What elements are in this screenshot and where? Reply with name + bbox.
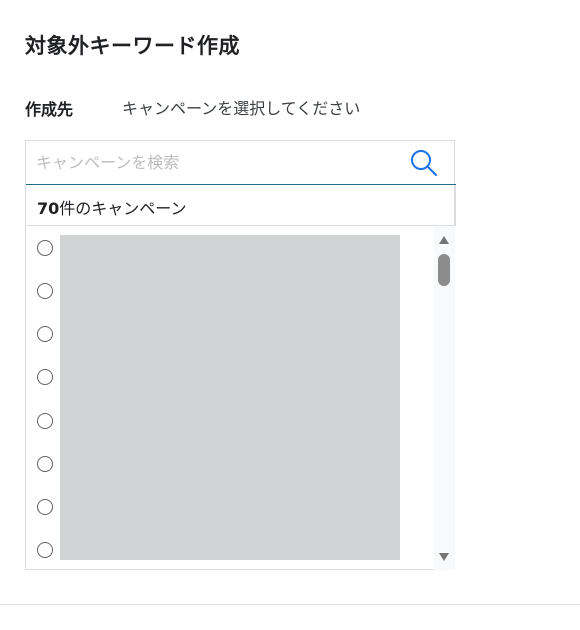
campaign-picker-panel: 70件のキャンペーン [25, 140, 456, 570]
list-scrollbar[interactable] [434, 226, 455, 570]
radio-button-icon[interactable] [37, 413, 53, 429]
radio-button-icon[interactable] [37, 326, 53, 342]
radio-button-icon[interactable] [37, 499, 53, 515]
list-item[interactable] [37, 456, 55, 474]
list-item[interactable] [37, 499, 55, 517]
scroll-up-arrow-icon[interactable] [439, 236, 449, 244]
result-count-number: 70 [37, 199, 60, 218]
destination-value: キャンペーンを選択してください [122, 99, 361, 118]
list-item[interactable] [37, 542, 55, 560]
page-title: 対象外キーワード作成 [25, 34, 240, 58]
scroll-thumb[interactable] [438, 254, 450, 286]
list-item[interactable] [37, 240, 55, 258]
result-count: 70件のキャンペーン [37, 195, 186, 219]
list-item[interactable] [37, 413, 55, 431]
result-count-row: 70件のキャンペーン [26, 185, 456, 226]
radio-button-icon[interactable] [37, 240, 53, 256]
list-item[interactable] [37, 283, 55, 301]
search-icon[interactable] [409, 148, 439, 178]
scroll-down-arrow-icon[interactable] [439, 553, 449, 561]
destination-label: 作成先 [25, 100, 74, 119]
campaign-list [26, 226, 434, 570]
radio-button-icon[interactable] [37, 283, 53, 299]
radio-button-icon[interactable] [37, 369, 53, 385]
radio-button-icon[interactable] [37, 456, 53, 472]
radio-button-icon[interactable] [37, 542, 53, 558]
list-item[interactable] [37, 326, 55, 344]
footer-divider [0, 604, 580, 605]
redacted-campaign-names [60, 235, 400, 560]
search-row [26, 141, 456, 185]
list-item[interactable] [37, 369, 55, 387]
result-count-suffix: 件のキャンペーン [59, 199, 187, 218]
search-input[interactable] [36, 149, 396, 175]
